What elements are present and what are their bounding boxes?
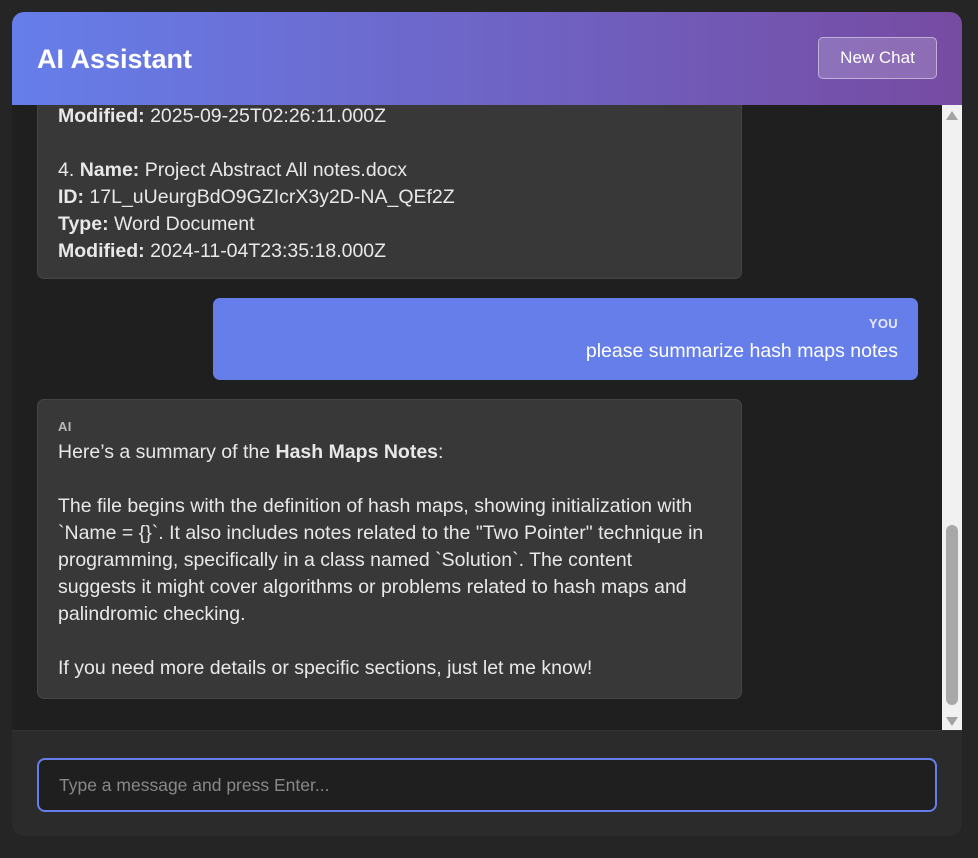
message-list-scrollbar[interactable] bbox=[942, 105, 962, 730]
app-header: AI Assistant New Chat bbox=[12, 12, 962, 105]
scroll-down-arrow-icon[interactable] bbox=[946, 717, 958, 726]
app-title: AI Assistant bbox=[37, 44, 193, 74]
summary-intro: Here’s a summary of the Hash Maps Notes: bbox=[58, 441, 444, 463]
file-name-line: 4. Name: Project Abstract All notes.docx bbox=[58, 159, 408, 181]
new-chat-button[interactable]: New Chat bbox=[818, 37, 937, 79]
file-type-line: Type: Word Document bbox=[58, 213, 255, 235]
message-text: please summarize hash maps notes bbox=[585, 340, 898, 362]
message-input[interactable] bbox=[37, 758, 937, 812]
ai-message-summary: AI Here’s a summary of the Hash Maps Not… bbox=[37, 399, 742, 699]
composer-area bbox=[12, 730, 962, 836]
user-message: YOU please summarize hash maps notes bbox=[213, 298, 918, 380]
scroll-up-arrow-icon[interactable] bbox=[946, 111, 958, 120]
ai-message-file-list: Modified: 2025-09-25T02:26:11.000Z 4. Na… bbox=[37, 105, 742, 279]
file-modified-partial: Modified: 2025-09-25T02:26:11.000Z bbox=[58, 105, 387, 127]
summary-line: The file begins with the definition of h… bbox=[58, 495, 693, 517]
summary-line: palindromic checking. bbox=[58, 603, 246, 625]
scrollbar-thumb[interactable] bbox=[946, 525, 958, 705]
summary-line: suggests it might cover algorithms or pr… bbox=[58, 576, 687, 598]
file-modified-line: Modified: 2024-11-04T23:35:18.000Z bbox=[58, 240, 387, 262]
message-role-label: YOU bbox=[868, 316, 898, 331]
summary-closing: If you need more details or specific sec… bbox=[58, 657, 593, 679]
chat-app-window: AI Assistant New Chat Modified: 2025-09-… bbox=[12, 12, 962, 836]
message-role-label: AI bbox=[58, 419, 72, 434]
message-list[interactable]: Modified: 2025-09-25T02:26:11.000Z 4. Na… bbox=[12, 105, 962, 730]
file-id-line: ID: 17L_uUeurgBdO9GZIcrX3y2D-NA_QEf2Z bbox=[58, 186, 455, 208]
summary-line: `Name = {}`. It also includes notes rela… bbox=[58, 522, 704, 544]
summary-line: programming, specifically in a class nam… bbox=[58, 549, 633, 571]
